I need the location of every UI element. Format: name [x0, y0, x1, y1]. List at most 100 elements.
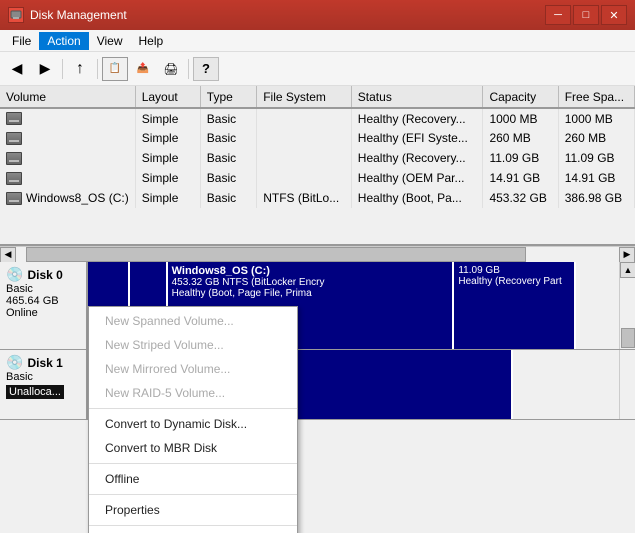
context-menu-item-properties[interactable]: Properties — [89, 498, 297, 522]
context-menu-item-new-raid5: New RAID-5 Volume... — [89, 381, 297, 405]
cell-capacity: 453.32 GB — [483, 188, 558, 208]
cell-capacity: 1000 MB — [483, 108, 558, 128]
minimize-button[interactable]: ─ — [545, 5, 571, 25]
cell-status: Healthy (EFI Syste... — [351, 128, 483, 148]
col-capacity: Capacity — [483, 86, 558, 108]
menu-help[interactable]: Help — [131, 32, 172, 50]
disk1-label: 💿 Disk 1 Basic Unalloca... — [0, 350, 88, 419]
context-menu-item-new-spanned: New Spanned Volume... — [89, 309, 297, 333]
context-menu: New Spanned Volume...New Striped Volume.… — [88, 306, 298, 533]
menu-action[interactable]: Action — [39, 32, 88, 50]
volume-table: Volume Layout Type File System Status Ca… — [0, 86, 635, 208]
volume-name: Windows8_OS (C:) — [26, 191, 129, 205]
context-menu-item-convert-dynamic[interactable]: Convert to Dynamic Disk... — [89, 412, 297, 436]
cell-status: Healthy (OEM Par... — [351, 168, 483, 188]
cell-fs — [257, 108, 352, 128]
cell-status: Healthy (Recovery... — [351, 148, 483, 168]
cell-status: Healthy (Boot, Pa... — [351, 188, 483, 208]
app-icon — [8, 7, 24, 23]
cell-free: 11.09 GB — [558, 148, 634, 168]
context-menu-item-new-mirrored: New Mirrored Volume... — [89, 357, 297, 381]
h-scroll-thumb[interactable] — [26, 247, 526, 262]
cell-layout: Simple — [135, 128, 200, 148]
cell-capacity: 14.91 GB — [483, 168, 558, 188]
context-menu-item-convert-mbr[interactable]: Convert to MBR Disk — [89, 436, 297, 460]
table-row[interactable]: Simple Basic Healthy (Recovery... 11.09 … — [0, 148, 635, 168]
scroll-right-btn[interactable]: ▶ — [619, 247, 635, 263]
v-scroll-up-btn[interactable]: ▲ — [620, 262, 635, 278]
cell-layout: Simple — [135, 168, 200, 188]
disk0-type: Basic — [6, 283, 80, 295]
cell-fs — [257, 128, 352, 148]
scroll-left-btn[interactable]: ◀ — [0, 247, 16, 263]
h-scroll-track[interactable] — [16, 247, 619, 262]
window-controls: ─ □ ✕ — [545, 5, 627, 25]
cell-type: Basic — [200, 168, 256, 188]
v-scroll-thumb[interactable] — [621, 328, 635, 348]
table-header-row: Volume Layout Type File System Status Ca… — [0, 86, 635, 108]
restore-button[interactable]: □ — [573, 5, 599, 25]
disk0-p3-status: Healthy (Recovery Part — [458, 276, 570, 287]
disk-icon — [6, 132, 22, 145]
cell-layout: Simple — [135, 108, 200, 128]
disk1-title: Disk 1 — [27, 356, 62, 370]
up-button[interactable]: ↑ — [67, 57, 93, 81]
cell-fs — [257, 148, 352, 168]
col-status: Status — [351, 86, 483, 108]
table-row[interactable]: Windows8_OS (C:) Simple Basic NTFS (BitL… — [0, 188, 635, 208]
print-button[interactable]: 🖨 — [158, 57, 184, 81]
cell-volume — [0, 128, 135, 148]
disk1-status: Unalloca... — [6, 385, 64, 399]
cell-volume: Windows8_OS (C:) — [0, 188, 135, 208]
main-content: Volume Layout Type File System Status Ca… — [0, 86, 635, 533]
cell-type: Basic — [200, 148, 256, 168]
disk0-label: 💿 Disk 0 Basic 465.64 GB Online — [0, 262, 88, 349]
col-type: Type — [200, 86, 256, 108]
export-button[interactable]: 📤 — [130, 57, 156, 81]
cell-layout: Simple — [135, 188, 200, 208]
help-button[interactable]: ? — [193, 57, 219, 81]
context-menu-item-new-striped: New Striped Volume... — [89, 333, 297, 357]
context-menu-separator — [89, 525, 297, 526]
toolbar: ◀ ▶ ↑ 📋 📤 🖨 ? — [0, 52, 635, 86]
cell-type: Basic — [200, 188, 256, 208]
menu-view[interactable]: View — [89, 32, 131, 50]
h-scrollbar[interactable]: ◀ ▶ — [0, 246, 635, 262]
disk1-icon: 💿 — [6, 354, 23, 371]
v-scroll2 — [619, 350, 635, 419]
col-free: Free Spa... — [558, 86, 634, 108]
table-row[interactable]: Simple Basic Healthy (EFI Syste... 260 M… — [0, 128, 635, 148]
forward-button[interactable]: ▶ — [32, 57, 58, 81]
v-scroll-track — [620, 278, 635, 327]
cell-type: Basic — [200, 128, 256, 148]
back-button[interactable]: ◀ — [4, 57, 30, 81]
title-bar: Disk Management ─ □ ✕ — [0, 0, 635, 30]
cell-status: Healthy (Recovery... — [351, 108, 483, 128]
context-menu-item-offline[interactable]: Offline — [89, 467, 297, 491]
context-menu-separator — [89, 463, 297, 464]
cell-free: 1000 MB — [558, 108, 634, 128]
cell-volume — [0, 168, 135, 188]
table-row[interactable]: Simple Basic Healthy (Recovery... 1000 M… — [0, 108, 635, 128]
toolbar-sep-3 — [188, 59, 189, 79]
close-button[interactable]: ✕ — [601, 5, 627, 25]
disk0-p3-size: 11.09 GB — [458, 265, 570, 276]
volume-table-container[interactable]: Volume Layout Type File System Status Ca… — [0, 86, 635, 246]
disk-area: 💿 Disk 0 Basic 465.64 GB Online Windows8… — [0, 262, 635, 533]
toolbar-sep-1 — [62, 59, 63, 79]
disk-icon — [6, 112, 22, 125]
menu-file[interactable]: File — [4, 32, 39, 50]
disk0-status: Online — [6, 307, 80, 319]
context-menu-item-help[interactable]: Help — [89, 529, 297, 533]
disk-icon — [6, 172, 22, 185]
properties-button[interactable]: 📋 — [102, 57, 128, 81]
disk0-p2-label: Windows8_OS (C:) — [172, 265, 449, 277]
cell-free: 14.91 GB — [558, 168, 634, 188]
disk1-type: Basic — [6, 371, 80, 383]
v-scroll-right[interactable]: ▲ — [619, 262, 635, 349]
disk0-p3[interactable]: 11.09 GB Healthy (Recovery Part — [454, 262, 576, 349]
cell-layout: Simple — [135, 148, 200, 168]
table-row[interactable]: Simple Basic Healthy (OEM Par... 14.91 G… — [0, 168, 635, 188]
cell-volume — [0, 148, 135, 168]
toolbar-sep-2 — [97, 59, 98, 79]
